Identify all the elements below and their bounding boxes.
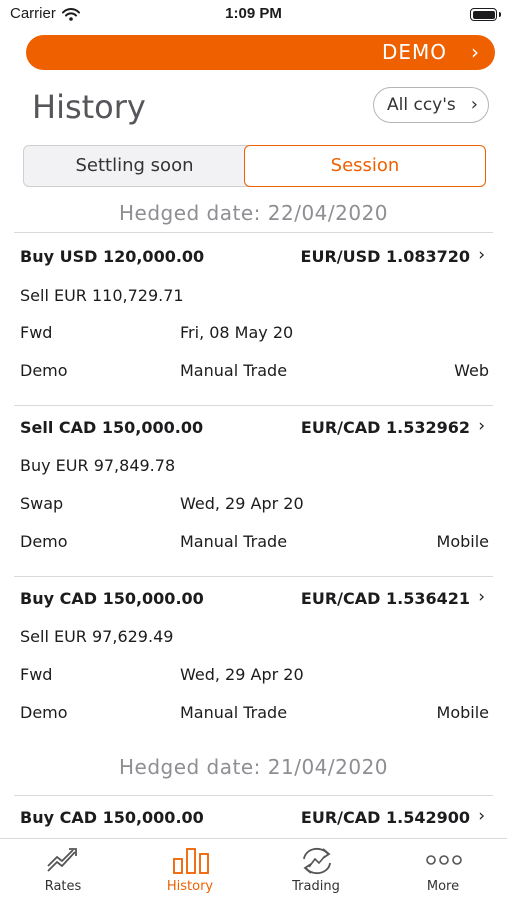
tab-label: Trading xyxy=(292,879,340,894)
trade-value-date: Wed, 29 Apr 20 xyxy=(180,665,304,684)
tab-label: History xyxy=(166,879,214,894)
trade-type: Manual Trade xyxy=(180,703,288,722)
trade-leg-secondary: Sell EUR 110,729.71 xyxy=(20,286,184,305)
chevron-right-icon: › xyxy=(478,416,485,436)
bar-chart-icon xyxy=(173,848,209,874)
trade-account: Demo xyxy=(20,532,68,551)
page-title: History xyxy=(32,88,146,126)
trade-leg-secondary: Buy EUR 97,849.78 xyxy=(20,456,176,475)
trade-pair-rate: EUR/CAD 1.542900 xyxy=(300,808,470,827)
tab-label: Rates xyxy=(44,879,82,894)
currency-filter-button[interactable]: All ccy's › xyxy=(373,87,489,123)
tab-more[interactable]: More xyxy=(380,839,506,900)
trade-account: Demo xyxy=(20,361,68,380)
trade-leg-primary: Buy USD 120,000.00 xyxy=(20,247,205,266)
trade-type: Manual Trade xyxy=(180,532,288,551)
chevron-right-icon: › xyxy=(478,806,485,826)
chevron-right-icon: › xyxy=(471,40,479,64)
tab-rates[interactable]: Rates xyxy=(0,839,126,900)
trade-channel: Mobile xyxy=(436,703,489,722)
more-dots-icon xyxy=(426,855,462,865)
trade-account: Demo xyxy=(20,703,68,722)
trade-channel: Web xyxy=(454,361,489,380)
trade-leg-primary: Buy CAD 150,000.00 xyxy=(20,589,204,608)
trade-type: Manual Trade xyxy=(180,361,288,380)
demo-label: DEMO xyxy=(381,40,447,64)
trade-row[interactable]: Buy CAD 150,000.00 EUR/CAD 1.536421 › Se… xyxy=(0,576,507,746)
tab-label: More xyxy=(426,879,460,894)
demo-banner-button[interactable]: DEMO › xyxy=(26,35,495,70)
tab-bar: Rates History Trading More xyxy=(0,838,507,900)
trade-value-date: Wed, 29 Apr 20 xyxy=(180,494,304,513)
trade-leg-secondary: Sell EUR 97,629.49 xyxy=(20,627,174,646)
trading-exchange-icon xyxy=(303,847,331,875)
status-bar: Carrier 1:09 PM xyxy=(0,0,507,30)
segment-session[interactable]: Session xyxy=(244,144,486,187)
rates-chart-icon xyxy=(47,848,77,872)
segment-settling-soon[interactable]: Settling soon xyxy=(24,145,245,187)
history-segmented-control: Settling soon Session xyxy=(23,144,486,187)
trade-pair-rate: EUR/USD 1.083720 xyxy=(300,247,470,266)
currency-filter-label: All ccy's xyxy=(387,95,456,115)
trade-leg-primary: Sell CAD 150,000.00 xyxy=(20,418,204,437)
trade-value-date: Fri, 08 May 20 xyxy=(180,323,294,342)
clock: 1:09 PM xyxy=(225,5,282,22)
chevron-right-icon: › xyxy=(470,94,478,115)
trade-row[interactable]: Buy USD 120,000.00 EUR/USD 1.083720 › Se… xyxy=(0,233,507,403)
trade-row[interactable]: Buy CAD 150,000.00 EUR/CAD 1.542900 › xyxy=(0,796,507,838)
trade-pair-rate: EUR/CAD 1.536421 xyxy=(300,589,470,608)
trade-leg-primary: Buy CAD 150,000.00 xyxy=(20,808,204,827)
trade-product: Fwd xyxy=(20,323,53,342)
hedged-date-header: Hedged date: 21/04/2020 xyxy=(118,755,389,779)
chevron-right-icon: › xyxy=(478,587,485,607)
battery-icon xyxy=(470,8,501,21)
trade-row[interactable]: Sell CAD 150,000.00 EUR/CAD 1.532962 › B… xyxy=(0,405,507,575)
chevron-right-icon: › xyxy=(478,245,485,265)
trade-product: Fwd xyxy=(20,665,53,684)
tab-history[interactable]: History xyxy=(127,839,253,900)
hedged-date-header: Hedged date: 22/04/2020 xyxy=(118,201,389,225)
tab-trading[interactable]: Trading xyxy=(253,839,379,900)
trade-channel: Mobile xyxy=(436,532,489,551)
trade-product: Swap xyxy=(20,494,64,513)
trade-pair-rate: EUR/CAD 1.532962 xyxy=(300,418,470,437)
